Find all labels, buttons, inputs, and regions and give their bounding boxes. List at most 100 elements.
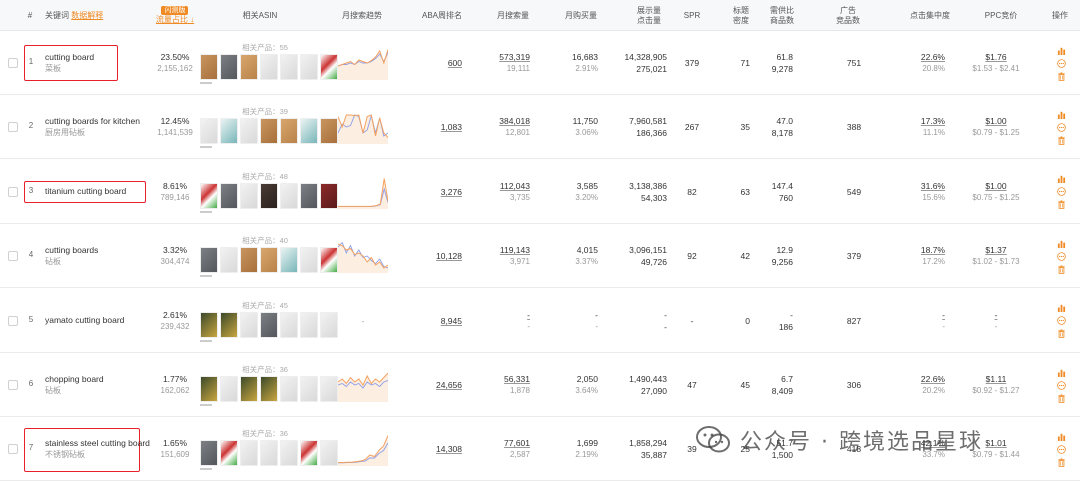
product-thumb[interactable] bbox=[280, 182, 298, 209]
keyword-text[interactable]: stainless steel cutting board bbox=[45, 438, 150, 449]
monthly-search-value[interactable]: - bbox=[527, 309, 530, 321]
aba-rank-value[interactable]: 10,128 bbox=[436, 250, 462, 262]
click-concentration-value[interactable]: 31.6% bbox=[921, 180, 945, 192]
bar-chart-icon[interactable] bbox=[1057, 303, 1066, 313]
product-thumb[interactable] bbox=[220, 118, 238, 145]
product-thumb[interactable] bbox=[300, 376, 318, 402]
product-thumb[interactable] bbox=[240, 247, 258, 274]
aba-rank-value[interactable]: 1,083 bbox=[441, 121, 462, 133]
monthly-search-value[interactable]: 384,018 bbox=[499, 115, 530, 127]
product-thumb[interactable] bbox=[300, 247, 318, 274]
monthly-search-value[interactable]: 119,143 bbox=[500, 244, 530, 256]
related-products-label[interactable]: 相关产品：55 bbox=[200, 42, 330, 54]
product-thumb[interactable] bbox=[240, 440, 258, 467]
monthly-search-value[interactable]: 112,043 bbox=[500, 180, 530, 192]
related-products-label[interactable]: 相关产品：36 bbox=[200, 364, 330, 376]
product-thumb[interactable] bbox=[300, 182, 318, 209]
related-products-label[interactable]: 相关产品：45 bbox=[200, 300, 330, 312]
monthly-search-value[interactable]: 56,331 bbox=[504, 373, 530, 385]
product-thumb[interactable] bbox=[300, 440, 318, 467]
product-thumb[interactable] bbox=[260, 440, 278, 467]
product-thumb[interactable] bbox=[280, 247, 298, 274]
trash-icon[interactable] bbox=[1057, 71, 1066, 81]
more-icon[interactable] bbox=[1056, 316, 1066, 325]
more-icon[interactable] bbox=[1056, 58, 1066, 68]
row-checkbox[interactable] bbox=[8, 380, 18, 390]
product-thumb[interactable] bbox=[320, 118, 338, 145]
product-thumb[interactable] bbox=[220, 182, 238, 209]
product-thumb[interactable] bbox=[280, 54, 298, 80]
ppc-value[interactable]: $1.00 bbox=[985, 115, 1006, 127]
bar-chart-icon[interactable] bbox=[1057, 239, 1066, 248]
product-thumb[interactable] bbox=[220, 311, 238, 338]
product-thumb[interactable] bbox=[200, 311, 218, 338]
trash-icon[interactable] bbox=[1057, 458, 1066, 467]
product-thumb[interactable] bbox=[240, 311, 258, 338]
row-checkbox[interactable] bbox=[8, 186, 18, 197]
bar-chart-icon[interactable] bbox=[1057, 110, 1066, 119]
product-thumb[interactable] bbox=[240, 54, 258, 80]
product-thumb[interactable] bbox=[280, 311, 298, 338]
ppc-value[interactable]: - bbox=[995, 309, 998, 321]
row-checkbox[interactable] bbox=[8, 315, 18, 326]
product-thumb[interactable] bbox=[200, 118, 218, 145]
row-checkbox[interactable] bbox=[8, 444, 18, 455]
product-thumb[interactable] bbox=[220, 54, 238, 80]
product-thumb[interactable] bbox=[220, 247, 238, 274]
product-thumb[interactable] bbox=[320, 182, 338, 209]
related-products-label[interactable]: 相关产品：40 bbox=[200, 235, 330, 247]
product-thumb[interactable] bbox=[300, 311, 318, 338]
aba-rank-value[interactable]: 14,308 bbox=[436, 443, 462, 455]
aba-rank-value[interactable]: 8,945 bbox=[441, 315, 462, 327]
product-thumb[interactable] bbox=[200, 247, 218, 274]
row-checkbox[interactable] bbox=[8, 122, 18, 133]
product-thumb[interactable] bbox=[200, 54, 218, 80]
keyword-text[interactable]: titanium cutting board bbox=[45, 186, 126, 197]
ppc-value[interactable]: $1.76 bbox=[985, 51, 1006, 63]
keyword-text[interactable]: cutting boards for kitchen bbox=[45, 116, 140, 127]
more-icon[interactable] bbox=[1056, 123, 1066, 132]
bar-chart-icon[interactable] bbox=[1057, 368, 1066, 377]
product-thumb[interactable] bbox=[320, 247, 338, 274]
product-thumb[interactable] bbox=[260, 247, 278, 274]
trash-icon[interactable] bbox=[1057, 136, 1066, 145]
product-thumb[interactable] bbox=[220, 376, 238, 402]
product-thumb[interactable] bbox=[260, 311, 278, 338]
ppc-value[interactable]: $1.00 bbox=[985, 180, 1006, 192]
aba-rank-value[interactable]: 24,656 bbox=[436, 379, 462, 391]
product-thumb[interactable] bbox=[200, 376, 218, 402]
click-concentration-value[interactable]: 22.6% bbox=[921, 373, 945, 385]
click-concentration-value[interactable]: 22.6% bbox=[921, 51, 945, 63]
related-products-label[interactable]: 相关产品：36 bbox=[200, 428, 330, 440]
keyword-text[interactable]: chopping board bbox=[45, 374, 104, 385]
product-thumb[interactable] bbox=[320, 440, 338, 467]
product-thumb[interactable] bbox=[320, 376, 338, 402]
data-explain-link[interactable]: 数据解释 bbox=[71, 11, 103, 21]
more-icon[interactable] bbox=[1056, 187, 1066, 197]
keyword-text[interactable]: cutting board bbox=[45, 52, 94, 63]
related-products-label[interactable]: 相关产品：48 bbox=[200, 171, 330, 183]
product-thumb[interactable] bbox=[240, 376, 258, 402]
trash-icon[interactable] bbox=[1057, 200, 1066, 210]
product-thumb[interactable] bbox=[200, 182, 218, 209]
product-thumb[interactable] bbox=[240, 182, 258, 209]
monthly-search-value[interactable]: 77,601 bbox=[504, 437, 530, 449]
bar-chart-icon[interactable] bbox=[1057, 46, 1066, 55]
product-thumb[interactable] bbox=[260, 118, 278, 145]
sort-down-icon[interactable]: ↓ bbox=[188, 15, 194, 24]
product-thumb[interactable] bbox=[300, 54, 318, 80]
trash-icon[interactable] bbox=[1057, 265, 1066, 274]
ppc-value[interactable]: $1.11 bbox=[986, 373, 1007, 385]
product-thumb[interactable] bbox=[220, 440, 238, 467]
product-thumb[interactable] bbox=[280, 376, 298, 402]
click-concentration-value[interactable]: 17.3% bbox=[921, 115, 945, 127]
flow-share-label[interactable]: 流量占比 ↓ bbox=[156, 15, 194, 25]
product-thumb[interactable] bbox=[260, 376, 278, 402]
trash-icon[interactable] bbox=[1057, 329, 1066, 338]
row-checkbox[interactable] bbox=[8, 58, 18, 68]
trash-icon[interactable] bbox=[1057, 393, 1066, 403]
keyword-text[interactable]: yamato cutting board bbox=[45, 315, 124, 326]
product-thumb[interactable] bbox=[320, 311, 338, 338]
product-thumb[interactable] bbox=[260, 54, 278, 80]
bar-chart-icon[interactable] bbox=[1057, 174, 1066, 184]
